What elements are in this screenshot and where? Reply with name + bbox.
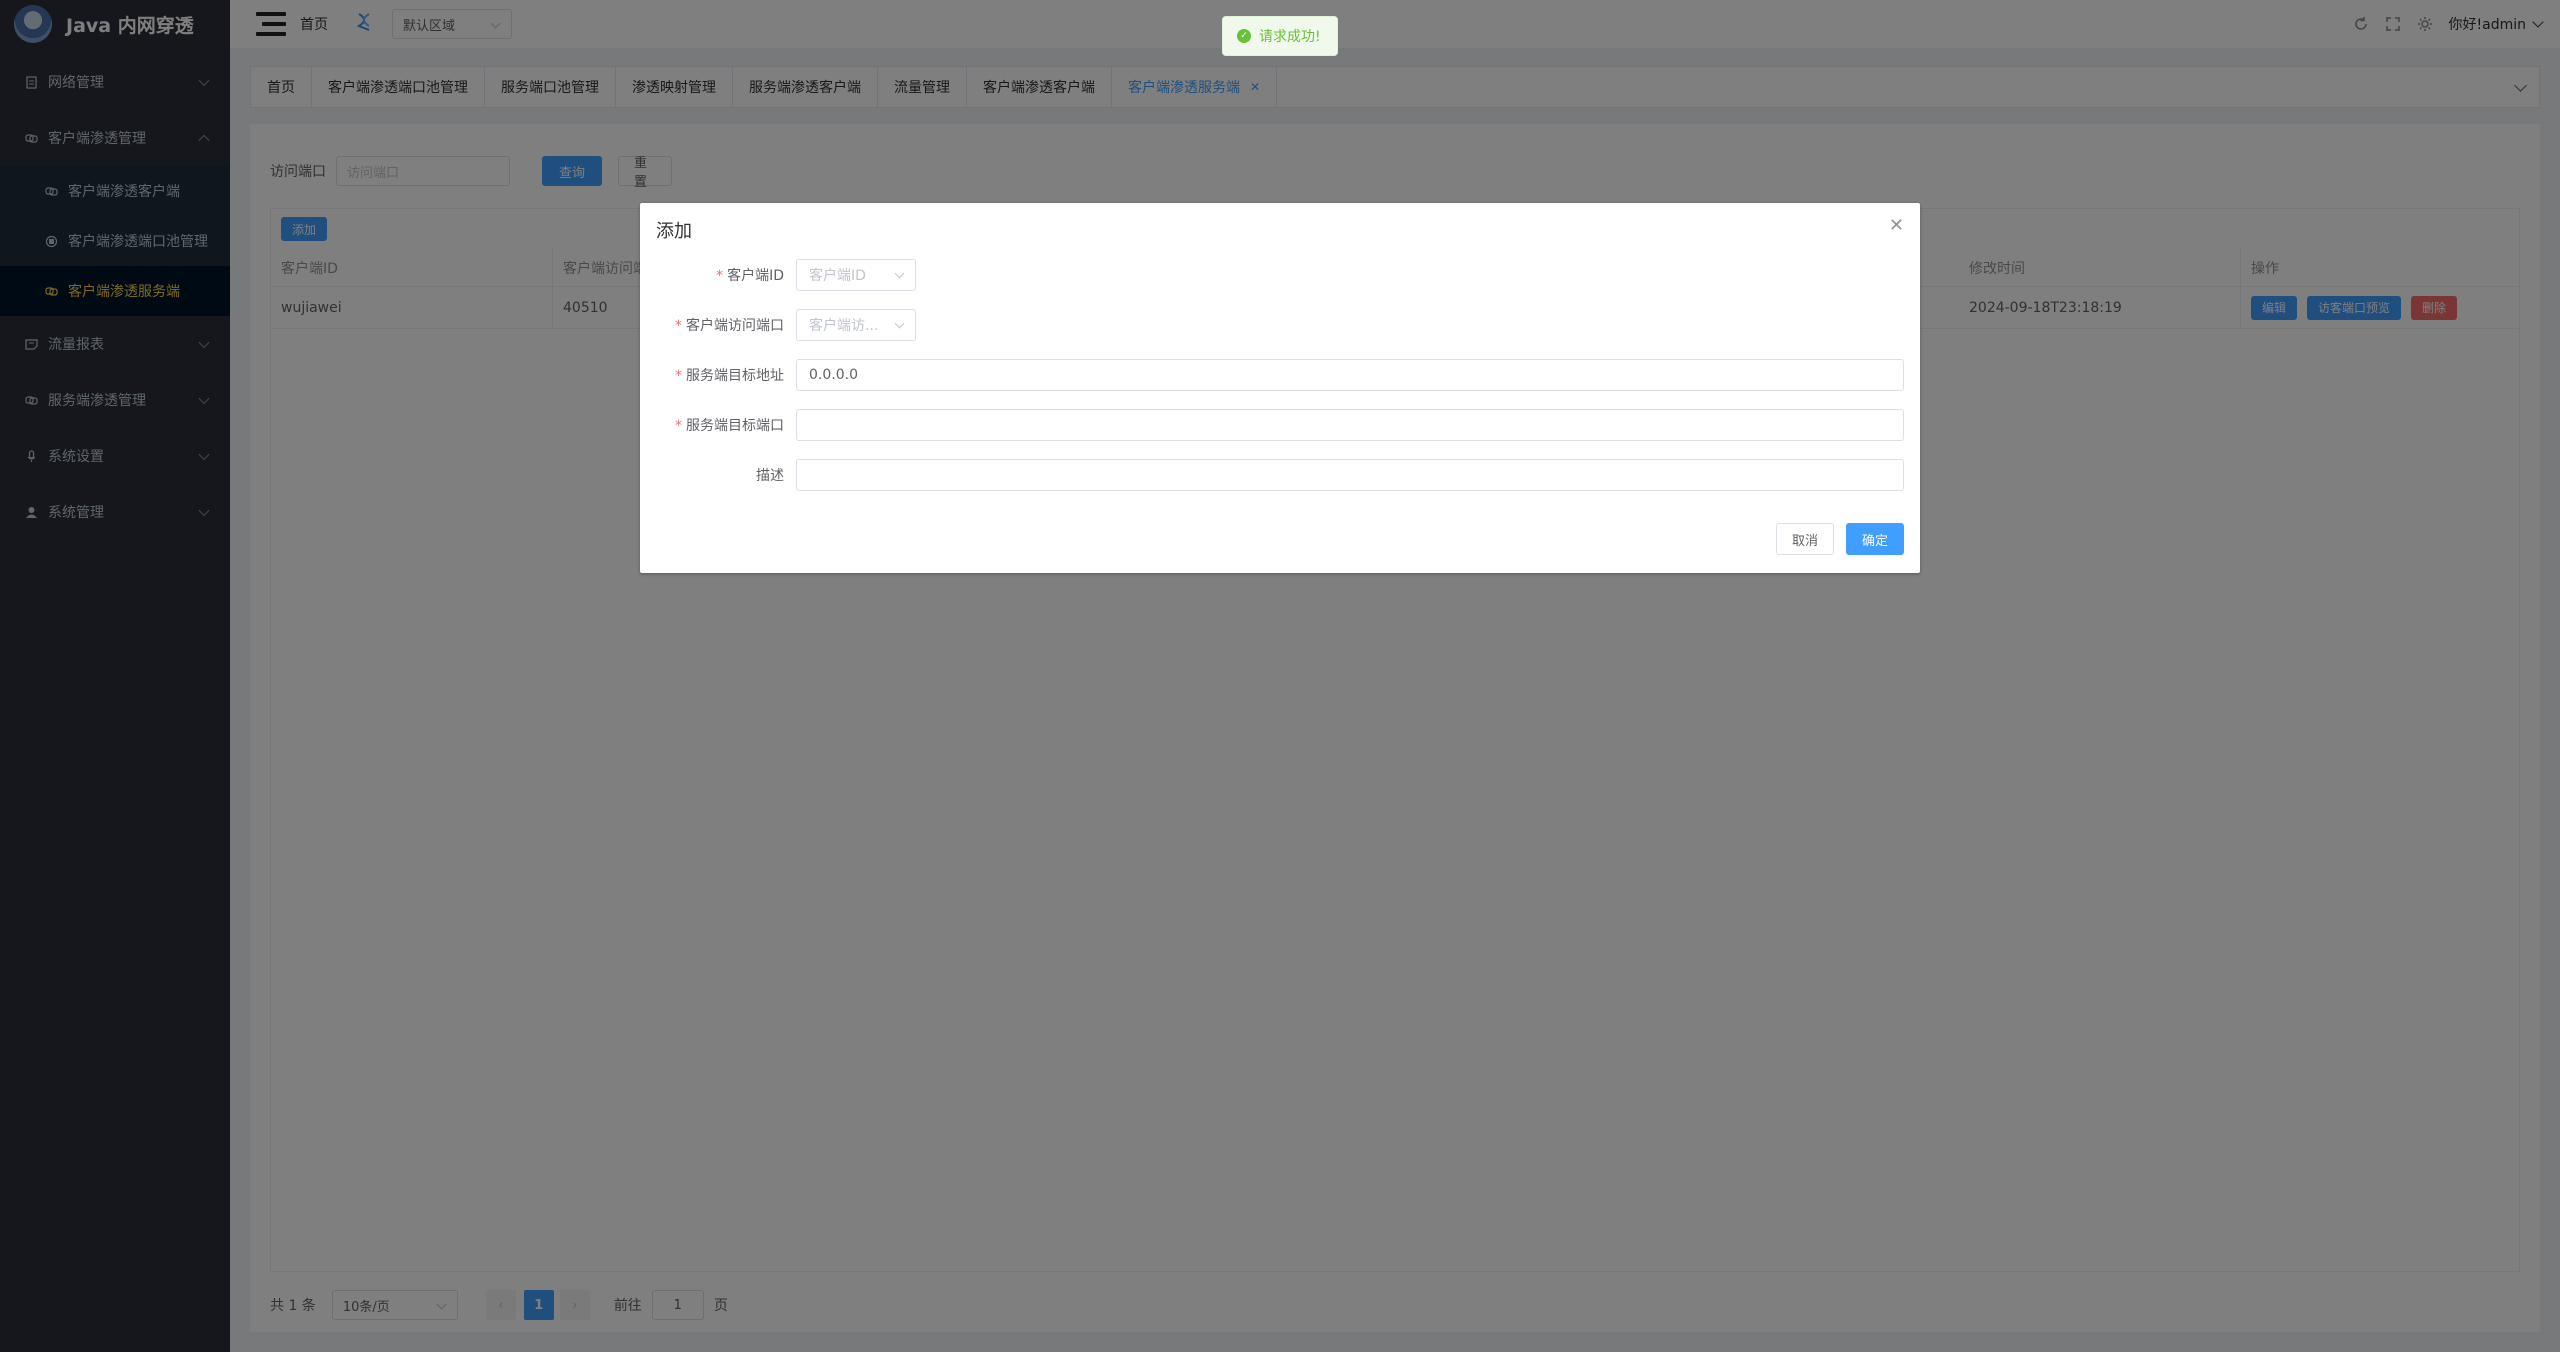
cancel-button[interactable]: 取消 <box>1776 523 1834 555</box>
select-placeholder: 客户端ID <box>809 268 866 284</box>
form-row-client-id: * 客户端ID 客户端ID <box>640 259 1920 291</box>
toast-message: 请求成功! <box>1259 29 1321 45</box>
form-row-client-port: * 客户端访问端口 客户端访... <box>640 309 1920 341</box>
form-row-target-address: * 服务端目标地址 0.0.0.0 <box>640 359 1920 391</box>
dialog-footer: 取消 确定 <box>1776 523 1904 555</box>
form-label: * 服务端目标地址 <box>675 368 784 384</box>
description-input[interactable] <box>796 459 1904 491</box>
confirm-button[interactable]: 确定 <box>1846 523 1904 555</box>
chevron-down-icon <box>894 318 905 329</box>
target-address-input[interactable]: 0.0.0.0 <box>796 359 1904 391</box>
client-port-select[interactable]: 客户端访... <box>796 309 916 341</box>
success-toast: ✓ 请求成功! <box>1222 16 1338 56</box>
target-port-input[interactable] <box>796 409 1904 441</box>
select-placeholder: 客户端访... <box>809 318 879 334</box>
check-circle-icon: ✓ <box>1237 29 1251 43</box>
form-row-target-port: * 服务端目标端口 <box>640 409 1920 441</box>
close-icon[interactable]: ✕ <box>1889 215 1904 236</box>
client-id-select[interactable]: 客户端ID <box>796 259 916 291</box>
form-label: * 客户端访问端口 <box>675 318 784 334</box>
dialog-title: 添加 <box>656 221 692 242</box>
add-dialog: 添加 ✕ * 客户端ID 客户端ID * 客户端访问端口 客户端访... * 服务端目… <box>640 203 1920 573</box>
form-label: * 客户端ID <box>716 268 784 284</box>
form-label: 描述 <box>756 468 784 484</box>
form-row-description: 描述 <box>640 459 1920 491</box>
chevron-down-icon <box>894 268 905 279</box>
form-label: * 服务端目标端口 <box>675 418 784 434</box>
